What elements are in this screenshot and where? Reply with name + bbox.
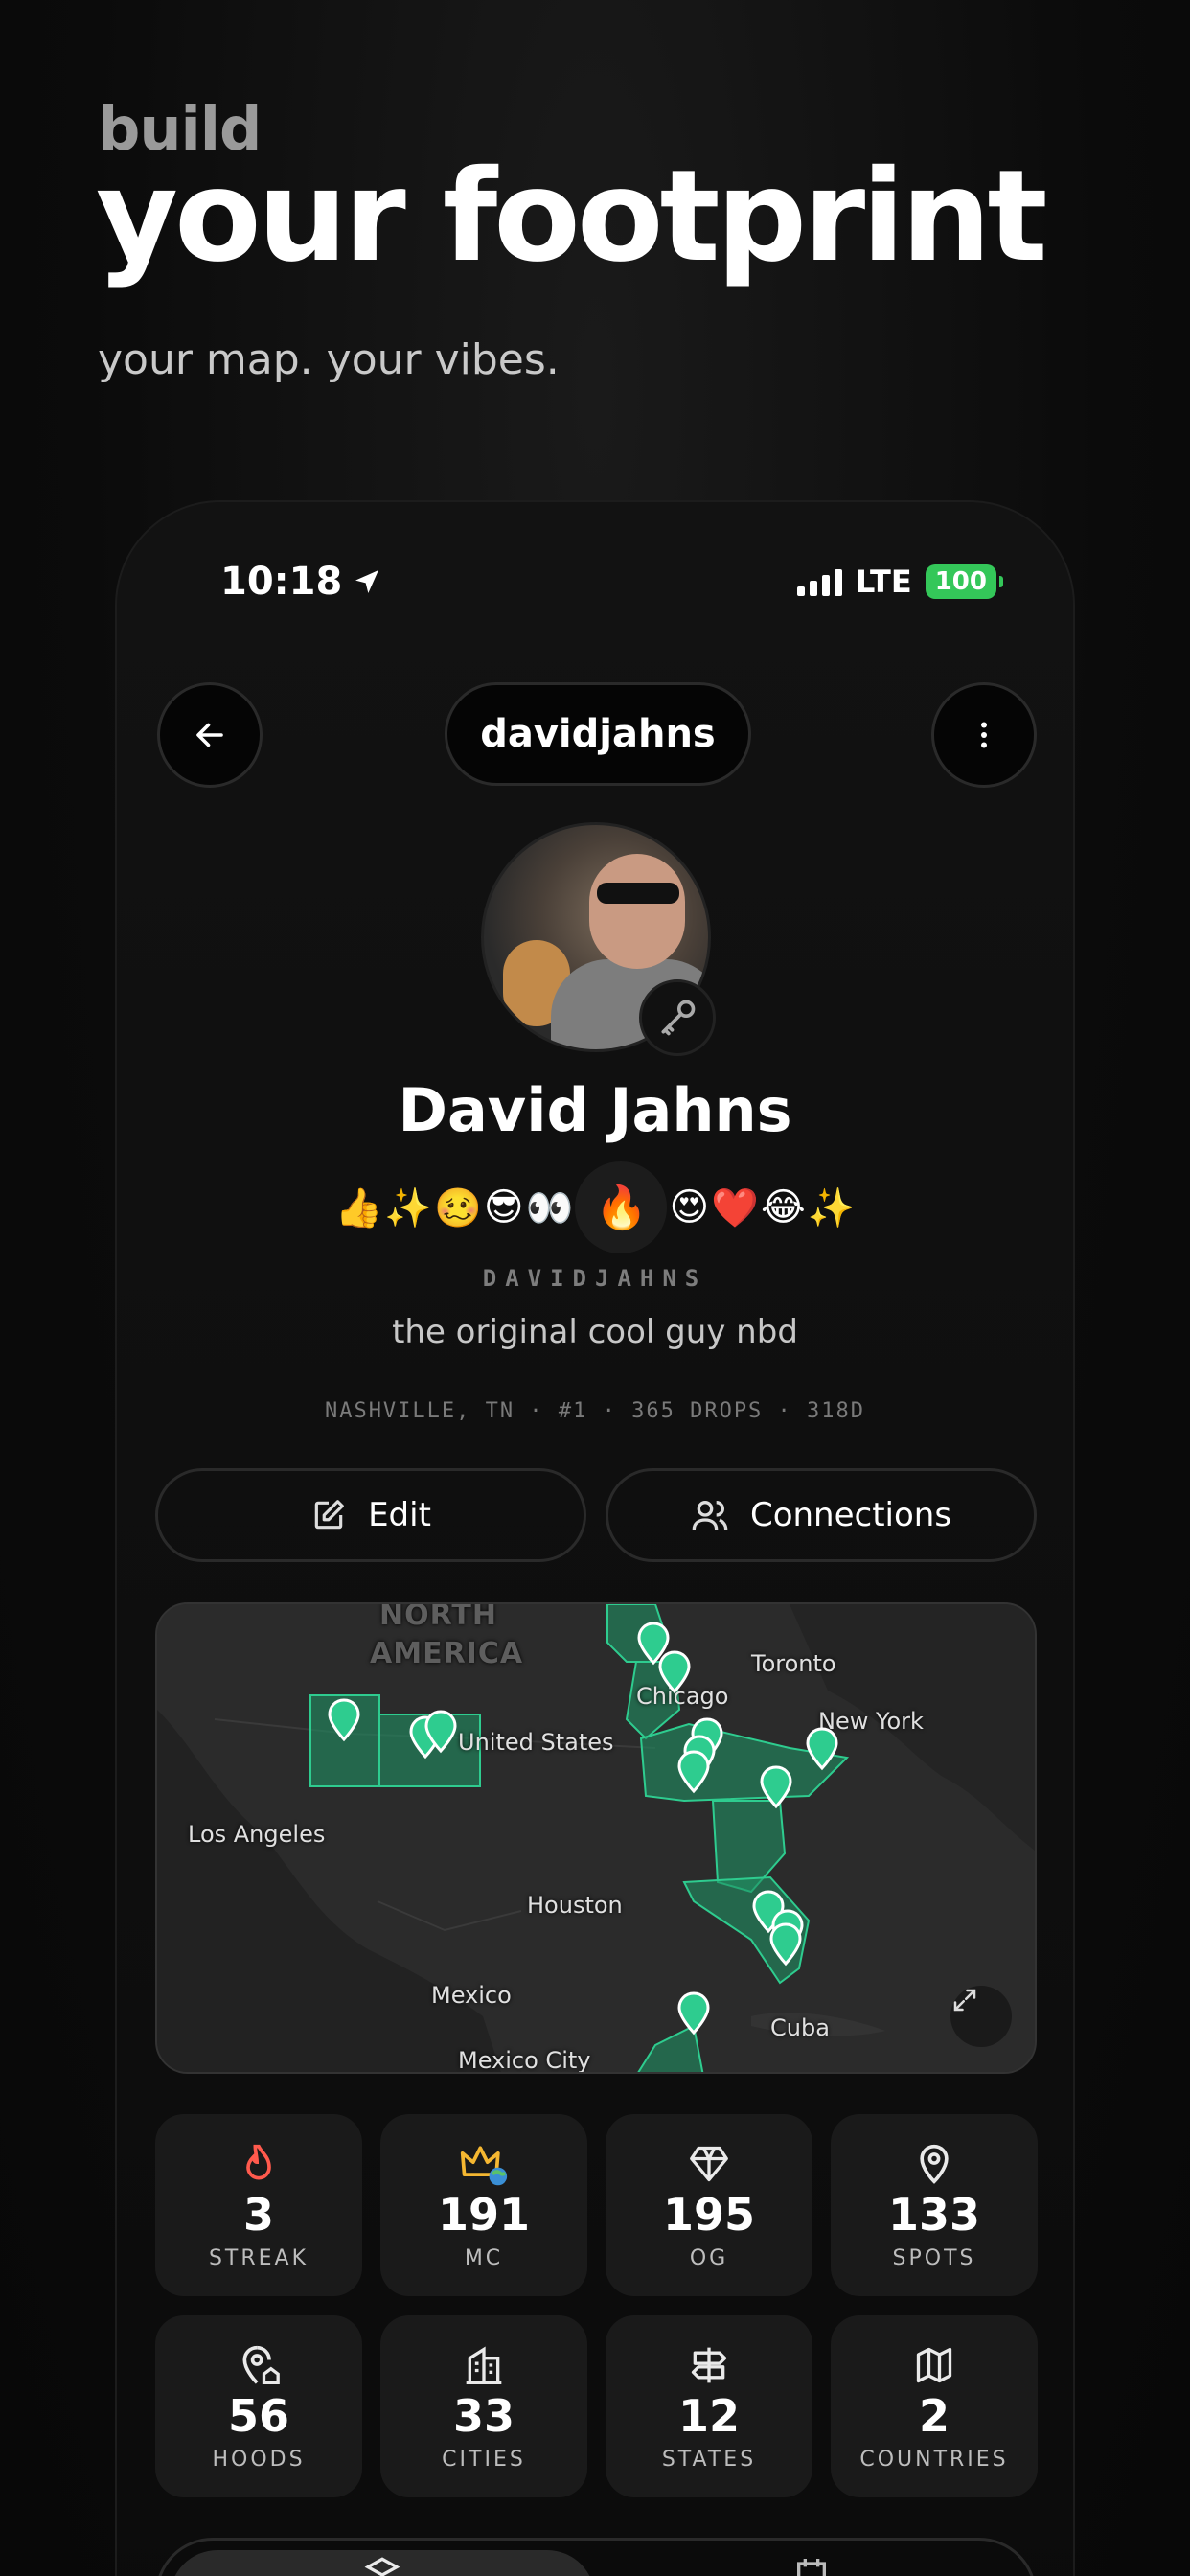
connections-button[interactable]: Connections (606, 1468, 1037, 1562)
more-vertical-icon (981, 722, 987, 748)
key-icon[interactable] (639, 979, 716, 1056)
signal-icon (796, 567, 842, 596)
emoji-row[interactable]: 👍 ✨ 🥴 😎 👀 🔥 😍 ❤️ 😂 ✨ (117, 1162, 1073, 1254)
network-type: LTE (855, 564, 912, 600)
stat-hoods[interactable]: 56 HOODS (155, 2315, 362, 2497)
map-pin-icon (920, 2144, 949, 2184)
stat-value: 3 (242, 2188, 274, 2241)
edit-label: Edit (368, 1496, 431, 1534)
tab-calendar[interactable] (790, 2554, 833, 2576)
stat-label: CITIES (442, 2447, 526, 2472)
emoji-sparkles: ✨ (384, 1185, 433, 1230)
neighborhood-pin-icon (242, 2345, 280, 2384)
profile-handle: DAVIDJAHNS (482, 1265, 708, 1292)
map-pin (806, 1727, 838, 1771)
profile-name: David Jahns (398, 1075, 792, 1145)
stat-value: 33 (452, 2389, 515, 2442)
map-pin (658, 1650, 691, 1694)
bottom-tab-bar (155, 2538, 1037, 2576)
phone-frame: 10:18 LTE 100 davidjahns David Jahns 👍 ✨… (115, 500, 1075, 2576)
status-time: 10:18 (220, 560, 382, 604)
stat-label: STATES (661, 2447, 757, 2472)
emoji-thumbs-up: 👍 (334, 1185, 383, 1230)
emoji-sunglasses: 😎 (483, 1185, 524, 1230)
expand-map-button[interactable] (950, 1986, 1012, 2047)
stat-og[interactable]: 195 OG (606, 2114, 812, 2296)
stat-states[interactable]: 12 STATES (606, 2315, 812, 2497)
stat-value: 56 (227, 2389, 289, 2442)
map-pin (769, 1922, 802, 1966)
stat-label: MC (464, 2245, 504, 2270)
edit-icon (314, 1500, 344, 1530)
stat-countries[interactable]: 2 COUNTRIES (831, 2315, 1038, 2497)
map-pin (760, 1765, 792, 1809)
map-pin (677, 1991, 710, 2036)
stat-label: COUNTRIES (859, 2447, 1009, 2472)
stat-value: 133 (887, 2188, 981, 2241)
map-icon (916, 2347, 952, 2382)
status-right: LTE 100 (796, 564, 1004, 600)
status-bar: 10:18 LTE 100 (117, 502, 1073, 656)
emoji-fire: 🔥 (575, 1162, 668, 1254)
crown-globe-icon (460, 2145, 508, 2185)
tab-map[interactable] (170, 2550, 595, 2576)
stat-cities[interactable]: 33 CITIES (380, 2315, 587, 2497)
stat-label: HOODS (212, 2447, 306, 2472)
connections-label: Connections (749, 1496, 952, 1534)
avatar-face (589, 854, 685, 969)
emoji-eyes: 👀 (525, 1185, 574, 1230)
hero-subtitle: your map. your vibes. (98, 335, 560, 384)
battery-icon: 100 (925, 564, 1004, 599)
stat-label: STREAK (208, 2245, 309, 2270)
username-pill[interactable]: davidjahns (445, 682, 751, 786)
stat-spots[interactable]: 133 SPOTS (831, 2114, 1038, 2296)
stat-value: 195 (662, 2188, 756, 2241)
users-icon (692, 1501, 728, 1530)
cube-icon (364, 2557, 400, 2576)
diamond-icon (690, 2146, 728, 2181)
time-text: 10:18 (220, 560, 343, 604)
signpost-icon (691, 2347, 727, 2382)
stat-value: 191 (437, 2188, 531, 2241)
emoji-heart-eyes: 😍 (669, 1185, 710, 1230)
footprint-map[interactable]: NORTH AMERICA Toronto Chicago New York U… (155, 1602, 1037, 2074)
stat-label: OG (689, 2245, 729, 2270)
expand-icon (953, 1989, 976, 2012)
stat-label: SPOTS (892, 2245, 976, 2270)
profile-bio: the original cool guy nbd (392, 1313, 798, 1351)
flame-icon (246, 2144, 271, 2179)
avatar-glasses (597, 883, 679, 904)
more-button[interactable] (931, 682, 1037, 788)
hero-title: your footprint (96, 143, 1048, 290)
map-pin (328, 1698, 360, 1742)
emoji-woozy: 🥴 (434, 1185, 482, 1230)
map-pins (328, 1622, 838, 2036)
profile-meta: NASHVILLE, TN · #1 · 365 DROPS · 318D (324, 1399, 866, 1423)
stat-value: 2 (918, 2389, 950, 2442)
building-icon (466, 2346, 502, 2384)
location-arrow-icon (355, 570, 379, 593)
stat-value: 12 (677, 2389, 740, 2442)
edit-button[interactable]: Edit (155, 1468, 586, 1562)
stat-streak[interactable]: 3 STREAK (155, 2114, 362, 2296)
back-button[interactable] (157, 682, 263, 788)
emoji-sparkles-2: ✨ (807, 1185, 856, 1230)
stat-mc[interactable]: 191 MC (380, 2114, 587, 2296)
emoji-joy: 😂 (760, 1185, 806, 1230)
arrow-left-icon (196, 723, 223, 748)
calendar-icon (797, 2559, 826, 2576)
map-pin (677, 1750, 710, 1794)
emoji-heart: ❤️ (711, 1185, 759, 1230)
